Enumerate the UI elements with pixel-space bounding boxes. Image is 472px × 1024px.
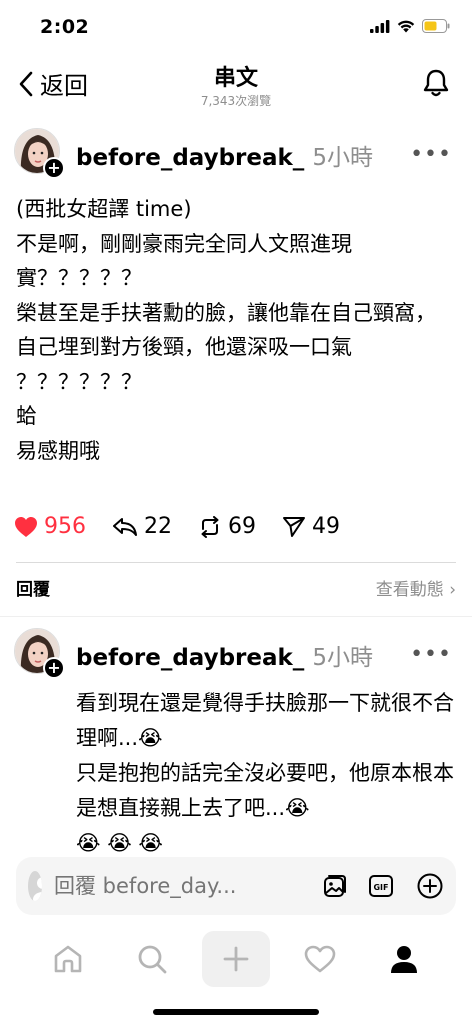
like-count: 956 <box>44 514 86 539</box>
status-bar: 2:02 <box>0 0 472 54</box>
comment-more-button[interactable]: ••• <box>410 642 452 667</box>
page-title: 串文 <box>213 66 258 91</box>
post-avatar[interactable]: + <box>14 128 65 179</box>
view-count: 7,343次瀏覽 <box>200 94 272 108</box>
post-text: (西批女超譯 time) 不是啊，剛剛豪雨完全同人文照進現實？？？？？ 榮甚至是… <box>16 197 436 463</box>
post-time: 5小時 <box>312 145 373 171</box>
more-options-button[interactable]: ••• <box>410 142 452 167</box>
comment-header: before_daybreak_ 5小時 <box>76 638 373 672</box>
repost-button[interactable]: 69 <box>198 514 256 539</box>
heart-filled-icon <box>15 516 37 537</box>
composer-avatar <box>28 871 42 901</box>
comment-count: 22 <box>144 514 172 539</box>
composer-icons: GIF <box>322 872 444 900</box>
post-actions: 956 22 69 49 <box>14 514 366 539</box>
tab-home[interactable] <box>34 931 102 987</box>
tab-bar <box>0 928 472 990</box>
add-circle-icon[interactable] <box>416 872 444 900</box>
nav-bar: 返回 串文 7,343次瀏覽 <box>0 54 472 118</box>
search-icon <box>138 945 167 974</box>
share-button[interactable]: 49 <box>282 514 340 539</box>
follow-plus-icon[interactable]: + <box>43 157 65 179</box>
replies-label: 回覆 <box>16 580 50 600</box>
section-separator <box>0 616 472 617</box>
heart-icon <box>304 945 336 973</box>
repost-count: 69 <box>228 514 256 539</box>
gif-icon[interactable]: GIF <box>368 873 396 899</box>
comment-text: 看到現在還是覺得手扶臉那一下就很不合理啊...😭 只是抱抱的話完全沒必要吧，他原… <box>76 691 454 855</box>
cellular-signal-icon <box>370 19 390 33</box>
notifications-button[interactable] <box>422 68 450 102</box>
tab-profile[interactable] <box>370 931 438 987</box>
status-time: 2:02 <box>40 16 90 38</box>
gallery-icon[interactable] <box>322 873 348 899</box>
svg-text:GIF: GIF <box>373 883 388 892</box>
send-icon <box>283 516 305 537</box>
bell-icon <box>423 69 449 97</box>
wifi-icon <box>397 20 415 32</box>
user-silhouette-icon <box>33 877 42 901</box>
profile-icon <box>391 946 417 973</box>
replies-header: 回覆 查看動態 › <box>16 575 456 600</box>
comment-avatar[interactable]: + <box>14 628 65 679</box>
post-username[interactable]: before_daybreak_ <box>76 145 304 171</box>
battery-icon <box>422 19 450 33</box>
comment-button[interactable]: 22 <box>112 514 172 539</box>
status-icons <box>370 19 450 33</box>
create-icon <box>223 946 249 972</box>
view-activity-link[interactable]: 查看動態 › <box>376 575 456 600</box>
tab-activity[interactable] <box>286 931 354 987</box>
home-indicator <box>153 1009 319 1015</box>
repost-icon <box>201 515 219 538</box>
share-count: 49 <box>312 514 340 539</box>
tab-search[interactable] <box>118 931 186 987</box>
follow-plus-icon[interactable]: + <box>43 657 65 679</box>
comment-time: 5小時 <box>312 645 373 671</box>
comment-username[interactable]: before_daybreak_ <box>76 645 304 671</box>
tab-create[interactable] <box>202 931 270 987</box>
like-button[interactable]: 956 <box>14 514 86 539</box>
reply-input[interactable] <box>54 874 322 898</box>
reply-arrow-icon <box>113 517 137 536</box>
post-header: before_daybreak_ 5小時 <box>76 138 373 172</box>
divider <box>16 562 456 563</box>
reply-composer: GIF <box>16 857 456 915</box>
home-icon <box>54 945 82 973</box>
